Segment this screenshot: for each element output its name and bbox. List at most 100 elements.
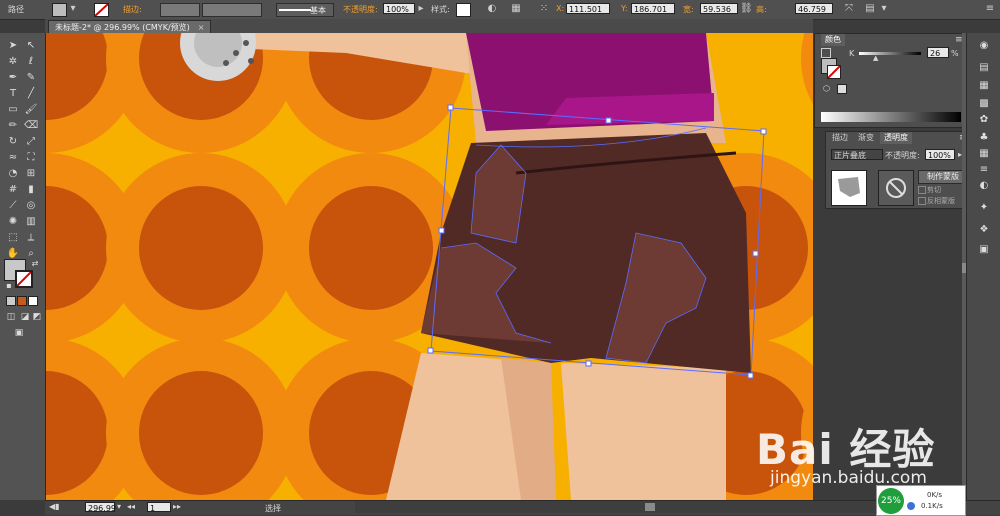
swatches-icon[interactable]: ▦ [977, 147, 991, 161]
pen-tool-icon[interactable]: ✒ [6, 71, 20, 84]
k-slider-track[interactable] [859, 52, 921, 55]
stroke-swatch[interactable] [94, 3, 109, 17]
draw-mode-icon[interactable]: ◫ [4, 311, 18, 324]
swap-colors-icon[interactable]: ⇄ [28, 257, 42, 270]
chevron-down-icon[interactable]: ▾ [878, 3, 890, 15]
object-thumbnail[interactable] [831, 170, 867, 206]
direct-selection-tool-icon[interactable]: ↖ [24, 39, 38, 52]
none-mode-icon[interactable] [28, 296, 38, 306]
gradient-mode-icon[interactable] [17, 296, 27, 306]
appearance-icon[interactable]: ◉ [977, 39, 991, 53]
column-graph-tool-icon[interactable]: ▥ [24, 215, 38, 228]
chevron-right-icon[interactable]: ▸ [415, 3, 427, 15]
rotate-tool-icon[interactable]: ↻ [6, 135, 20, 148]
mask-placeholder[interactable] [878, 170, 914, 206]
rectangle-tool-icon[interactable]: ▭ [6, 103, 20, 116]
tab-stroke[interactable]: 描边 [828, 132, 852, 144]
k-slider-thumb-icon[interactable]: ▲ [873, 54, 878, 62]
gradient-tool-icon[interactable]: ▮ [24, 183, 38, 196]
zoom-field[interactable]: 296.99 [85, 502, 116, 513]
links-icon[interactable]: ▩ [977, 97, 991, 111]
fill-indicator-icon[interactable] [821, 48, 831, 58]
panel-menu-icon[interactable]: ≡ [984, 3, 996, 15]
y-field[interactable]: 186.701 [631, 3, 675, 14]
stroke-color-box[interactable] [15, 270, 33, 288]
transparency-panel-icon[interactable]: ◐ [977, 179, 991, 193]
slice-tool-icon[interactable]: ⟂ [24, 231, 38, 244]
tab-color[interactable]: 颜色 [821, 34, 845, 46]
variable-width-dropdown[interactable] [202, 3, 262, 17]
transform-icon[interactable]: ⤧ [843, 3, 855, 15]
color-spectrum[interactable] [821, 112, 961, 122]
stroke-weight-dropdown[interactable] [160, 3, 200, 17]
artboard-tool-icon[interactable]: ⬚ [6, 231, 20, 244]
artboard-canvas[interactable] [46, 33, 813, 500]
mesh-tool-icon[interactable]: # [6, 183, 20, 196]
pencil-tool-icon[interactable]: ✏ [6, 119, 20, 132]
artboards-icon[interactable]: ▣ [977, 243, 991, 257]
draw-inside-icon[interactable]: ◩ [30, 311, 44, 324]
line-tool-icon[interactable]: ╱ [24, 87, 38, 100]
clip-checkbox[interactable] [918, 186, 926, 194]
first-artboard-icon[interactable]: ◂◂ [127, 502, 135, 511]
prev-artboard-icon[interactable]: ◀▮ [49, 502, 60, 511]
height-field[interactable]: 46.759 [795, 3, 833, 14]
align-icon[interactable]: ▤ [864, 3, 876, 15]
default-colors-icon[interactable]: ▪ [2, 279, 16, 292]
eyedropper-tool-icon[interactable]: ⟋ [6, 199, 20, 212]
graphic-styles-icon[interactable]: ▤ [977, 61, 991, 75]
stroke-profile-dropdown[interactable]: 基本 [276, 3, 334, 17]
free-transform-tool-icon[interactable]: ⛶ [24, 151, 38, 164]
stroke-panel-icon[interactable]: ≡ [977, 163, 991, 177]
tab-gradient[interactable]: 渐变 [854, 132, 878, 144]
horizontal-scroll-thumb[interactable] [645, 503, 655, 511]
layers-icon[interactable]: ▦ [977, 79, 991, 93]
recolor-icon[interactable]: ◐ [486, 3, 498, 15]
scale-tool-icon[interactable]: ⤢ [24, 135, 38, 148]
width-field[interactable]: 59.536 [700, 3, 738, 14]
blend-mode-dropdown[interactable]: 正片叠底 [831, 149, 883, 160]
opacity-field[interactable]: 100% [925, 149, 955, 160]
stacked-layers-icon[interactable]: ❖ [977, 223, 991, 237]
paintbrush-tool-icon[interactable]: 🖌 [24, 103, 38, 116]
color-guide-icon[interactable]: ✦ [977, 201, 991, 215]
horizontal-scrollbar[interactable] [355, 501, 955, 513]
link-icon[interactable]: ⛓ [740, 3, 753, 15]
blend-tool-icon[interactable]: ◎ [24, 199, 38, 212]
symbol-sprayer-tool-icon[interactable]: ✺ [6, 215, 20, 228]
eraser-tool-icon[interactable]: ⌫ [24, 119, 38, 132]
selection-tool-icon[interactable]: ➤ [6, 39, 20, 52]
stroke-swatch[interactable] [827, 65, 841, 79]
chevron-down-icon[interactable]: ▾ [67, 3, 79, 15]
lasso-tool-icon[interactable]: ℓ [24, 55, 38, 68]
type-tool-icon[interactable]: T [6, 87, 20, 100]
next-artboard-icon[interactable]: ▸▸ [173, 502, 181, 511]
tab-transparency-label: 透明度 [884, 133, 908, 142]
fill-swatch[interactable] [52, 3, 67, 17]
style-swatch[interactable] [456, 3, 471, 17]
close-icon[interactable]: × [198, 23, 205, 32]
brushes-icon[interactable]: ✿ [977, 113, 991, 127]
warp-tool-icon[interactable]: ≈ [6, 151, 20, 164]
last-color-swatch[interactable] [837, 84, 847, 94]
magic-wand-tool-icon[interactable]: ✲ [6, 55, 20, 68]
screen-mode-icon[interactable]: ▣ [12, 327, 26, 340]
curvature-tool-icon[interactable]: ✎ [24, 71, 38, 84]
perspective-grid-tool-icon[interactable]: ⊞ [24, 167, 38, 180]
align-grid-icon[interactable]: ▦ [510, 3, 522, 15]
symbols-icon[interactable]: ♣ [977, 131, 991, 145]
document-tab[interactable]: 未标题-2* @ 296.99% (CMYK/预览) × [48, 20, 212, 34]
make-mask-button[interactable]: 制作蒙版 [918, 170, 968, 184]
tab-transparency[interactable]: 透明度 [880, 132, 912, 144]
opacity-field[interactable]: 100% [383, 3, 415, 14]
shape-builder-tool-icon[interactable]: ◔ [6, 167, 20, 180]
k-value-field[interactable]: 26 [927, 47, 949, 58]
reference-point-icon[interactable]: ⁙ [538, 3, 550, 15]
y-label: Y: [621, 4, 628, 13]
cube-icon[interactable]: ⬡ [823, 84, 830, 93]
chevron-down-icon[interactable]: ▾ [117, 502, 121, 511]
color-mode-icon[interactable] [6, 296, 16, 306]
x-field[interactable]: 111.501 [566, 3, 610, 14]
artboard-number-field[interactable]: 1 [147, 502, 171, 513]
invert-mask-checkbox[interactable] [918, 197, 926, 205]
